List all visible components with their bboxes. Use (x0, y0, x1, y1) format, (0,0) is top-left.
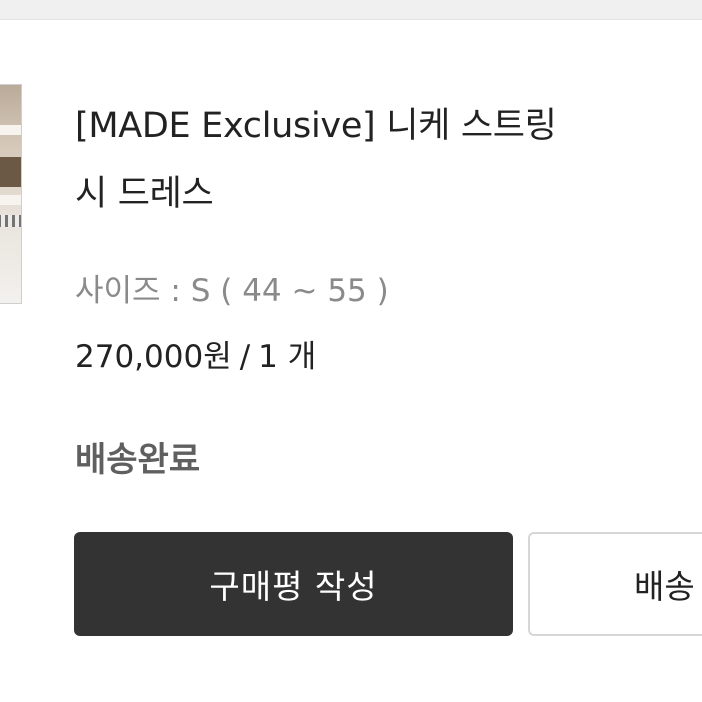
product-option: 사이즈 : S ( 44 ~ 55 ) (75, 273, 389, 309)
product-title-line2: 시 드레스 (75, 174, 214, 214)
price-quantity: 270,000원/1 개 (75, 332, 316, 382)
write-review-button-label: 구매평 작성 (209, 567, 378, 606)
product-title[interactable]: [MADE Exclusive] 니케 스트링 시 드레스 (75, 92, 702, 228)
order-item-card: [MADE Exclusive] 니케 스트링 시 드레스 사이즈 : S ( … (0, 19, 702, 702)
thumbnail-detail (0, 157, 21, 187)
thumbnail-detail (0, 215, 21, 227)
order-detail-page: [MADE Exclusive] 니케 스트링 시 드레스 사이즈 : S ( … (0, 0, 702, 702)
price-value: 270,000원 (75, 339, 232, 375)
delivery-status: 배송완료 (75, 440, 201, 480)
thumbnail-detail (0, 195, 21, 205)
write-review-button[interactable]: 구매평 작성 (74, 532, 513, 636)
quantity-value: 1 개 (258, 339, 317, 375)
product-thumbnail[interactable] (0, 84, 22, 304)
thumbnail-detail (0, 125, 21, 135)
price-separator: / (239, 339, 251, 375)
delivery-button-label: 배송 (634, 567, 695, 606)
delivery-button[interactable]: 배송 (528, 532, 702, 636)
product-title-line1: [MADE Exclusive] 니케 스트링 (75, 106, 557, 146)
